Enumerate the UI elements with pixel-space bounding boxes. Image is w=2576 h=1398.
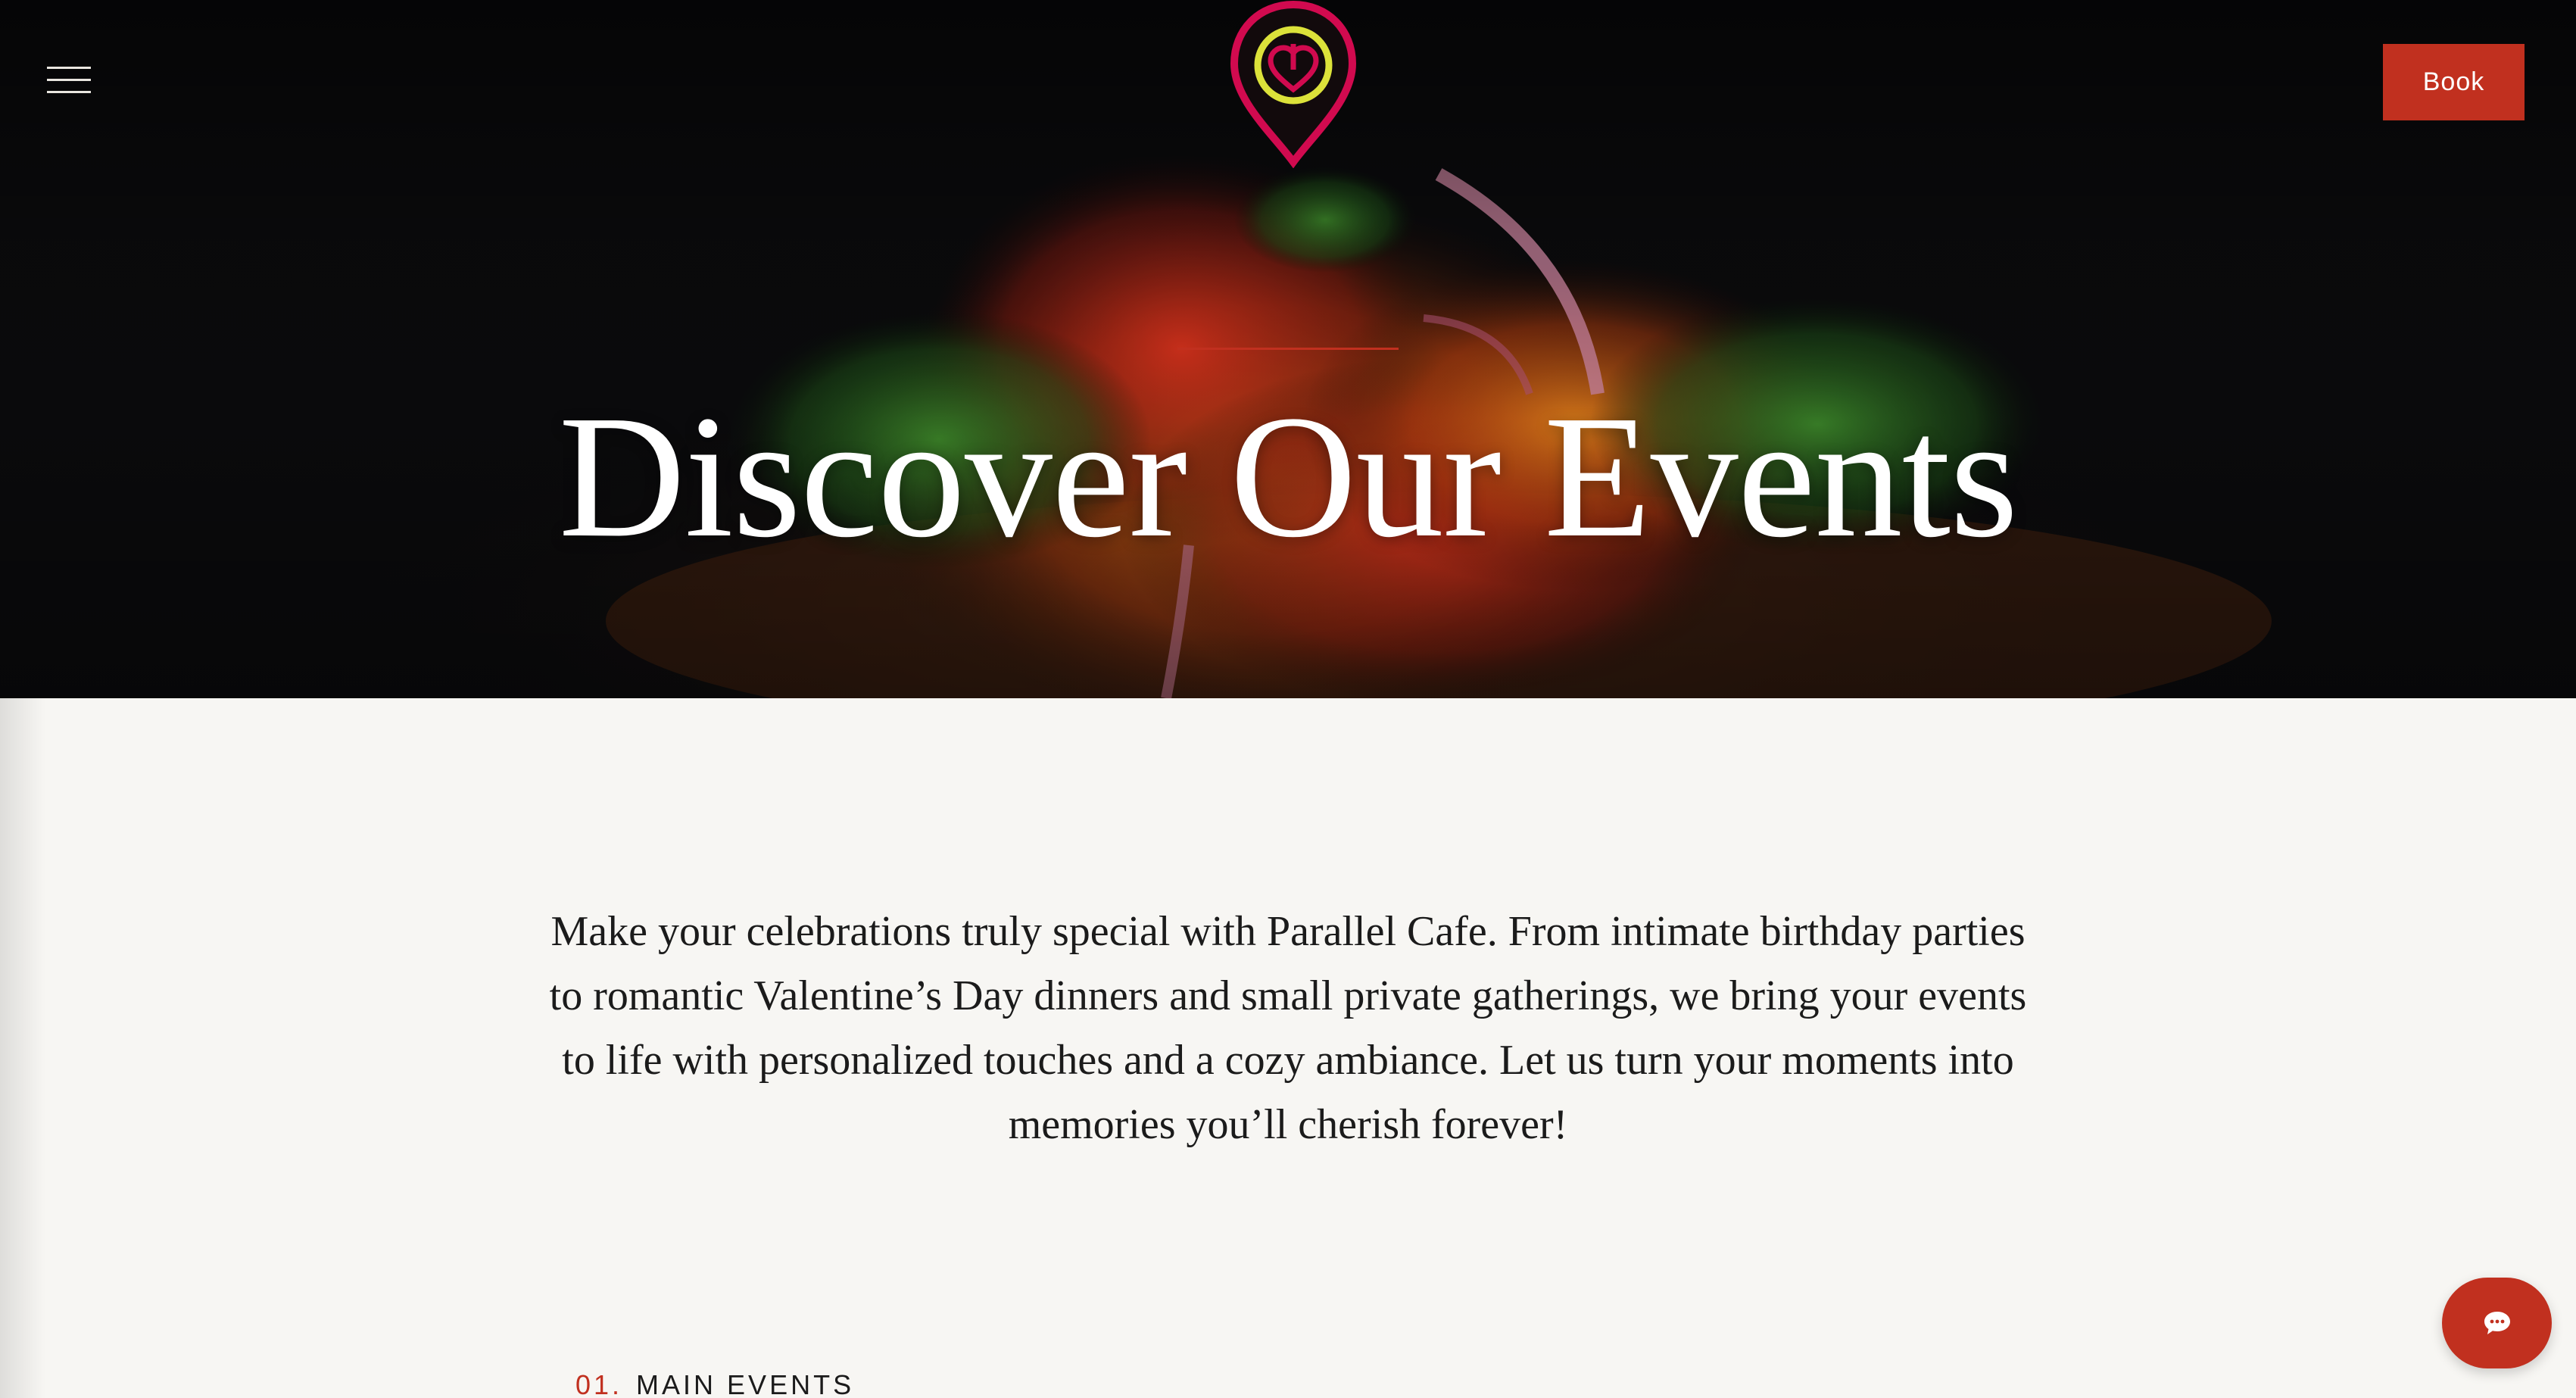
main-content: Make your celebrations truly special wit… bbox=[0, 698, 2576, 1398]
chat-bubble-icon bbox=[2484, 1312, 2510, 1334]
section-number: 01. bbox=[575, 1369, 623, 1398]
section-title: MAIN EVENTS bbox=[636, 1369, 855, 1398]
page: Book Discover Our Events Make your celeb… bbox=[0, 0, 2576, 1398]
book-button[interactable]: Book bbox=[2383, 44, 2525, 120]
hamburger-menu-icon[interactable] bbox=[47, 65, 94, 95]
section-heading: 01. MAIN EVENTS bbox=[575, 1369, 854, 1398]
menu-line bbox=[47, 67, 91, 69]
menu-line bbox=[47, 79, 91, 81]
map-pin-heart-logo[interactable] bbox=[1227, 0, 1360, 168]
menu-line bbox=[47, 91, 91, 93]
intro-paragraph: Make your celebrations truly special wit… bbox=[549, 908, 2027, 1148]
chat-button[interactable] bbox=[2442, 1278, 2552, 1368]
left-edge-shadow bbox=[0, 698, 45, 1398]
hero-divider bbox=[1177, 348, 1399, 350]
page-title: Discover Our Events bbox=[558, 379, 2019, 574]
hero-section: Book Discover Our Events bbox=[0, 0, 2576, 698]
